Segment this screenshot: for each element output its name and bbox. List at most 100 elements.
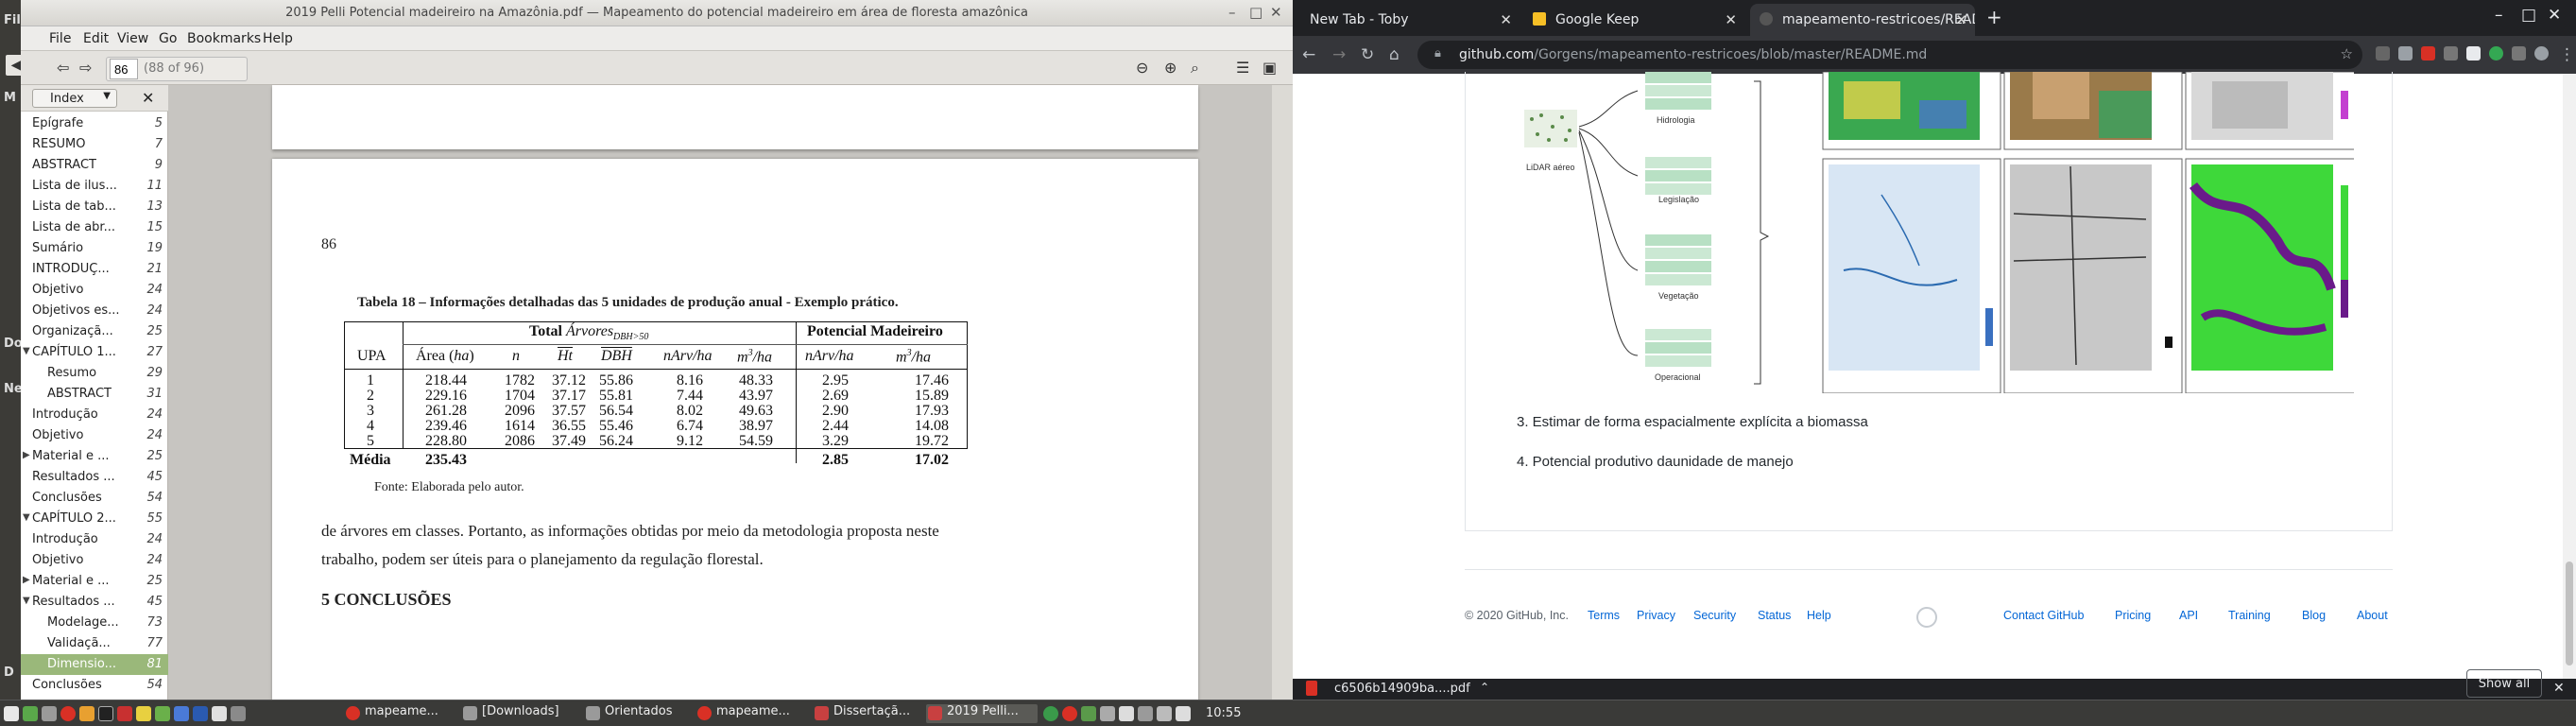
footer-link-blog[interactable]: Blog: [2302, 609, 2326, 622]
zoom-out-icon[interactable]: ⊖: [1136, 59, 1148, 78]
reload-icon[interactable]: ↻: [1361, 45, 1374, 64]
page-scrollbar[interactable]: [2563, 74, 2576, 683]
taskbar-item[interactable]: Orientados: [584, 704, 692, 723]
menu-go[interactable]: Go: [159, 31, 177, 46]
previous-page-icon[interactable]: ⇦: [57, 59, 69, 78]
menu-icon[interactable]: [4, 706, 19, 721]
fullscreen-icon[interactable]: ▣: [1262, 59, 1277, 78]
sidebar-item[interactable]: Validaçã... 77: [21, 633, 168, 654]
tray-icon[interactable]: [1081, 706, 1096, 721]
taskbar-item[interactable]: Dissertaçã...: [813, 704, 920, 723]
sidebar-item[interactable]: Lista de abr... 15: [21, 217, 168, 238]
sidebar-item[interactable]: Introdução 24: [21, 405, 168, 425]
sidebar-item[interactable]: Sumário 19: [21, 238, 168, 259]
menu-help[interactable]: Help: [263, 31, 293, 46]
collapsed-icon[interactable]: ▶: [23, 575, 30, 585]
scrollbar-thumb[interactable]: [2566, 562, 2573, 666]
sidebar-item[interactable]: Lista de ilus... 11: [21, 176, 168, 197]
footer-link-status[interactable]: Status: [1758, 609, 1791, 622]
expanded-icon[interactable]: ▼: [23, 596, 30, 606]
search-icon[interactable]: ⌕: [1191, 59, 1199, 78]
close-tab-icon[interactable]: ✕: [1955, 11, 1967, 28]
expanded-icon[interactable]: ▼: [23, 512, 30, 523]
tab-new-tab-toby[interactable]: New Tab - Toby ✕: [1298, 4, 1520, 36]
sidebar-item[interactable]: INTRODUÇ... 21: [21, 259, 168, 280]
sidebar-item[interactable]: Objetivo 24: [21, 550, 168, 571]
extension-icon[interactable]: [2466, 46, 2481, 60]
minimize-icon[interactable]: –: [1228, 4, 1236, 21]
sidebar-item[interactable]: ▼ CAPÍTULO 2... 55: [21, 509, 168, 529]
sidebar-item[interactable]: ▼ Resultados ... 45: [21, 592, 168, 613]
sidebar-item[interactable]: Objetivos es... 24: [21, 301, 168, 321]
sidebar-item[interactable]: Organizaçã... 25: [21, 321, 168, 342]
sidebar-item[interactable]: ABSTRACT 31: [21, 384, 168, 405]
footer-link-security[interactable]: Security: [1693, 609, 1736, 622]
menu-file[interactable]: File: [49, 31, 71, 46]
sidebar-item[interactable]: Objetivo 24: [21, 425, 168, 446]
collapsed-icon[interactable]: ▶: [23, 450, 30, 460]
footer-link-contact[interactable]: Contact GitHub: [2003, 609, 2084, 622]
app-icon[interactable]: [117, 706, 132, 721]
footer-link-training[interactable]: Training: [2228, 609, 2271, 622]
sidebar-item[interactable]: Conclusões 54: [21, 488, 168, 509]
expanded-icon[interactable]: ▼: [23, 346, 30, 356]
app-icon[interactable]: [231, 706, 246, 721]
tab-readme[interactable]: mapeamento-restricoes/README ✕: [1750, 4, 1975, 36]
extension-icon[interactable]: [2421, 46, 2435, 60]
taskbar-item[interactable]: [Downloads]: [461, 704, 580, 723]
new-tab-icon[interactable]: +: [1986, 6, 2002, 28]
close-icon[interactable]: ✕: [2548, 6, 2561, 25]
download-file-name[interactable]: c6506b14909ba....pdf: [1334, 682, 1470, 696]
app-icon[interactable]: [79, 706, 94, 721]
tray-icon[interactable]: [1062, 706, 1077, 721]
close-icon[interactable]: ✕: [1270, 4, 1282, 21]
sidebar-item[interactable]: Resumo 29: [21, 363, 168, 384]
window-titlebar[interactable]: 2019 Pelli Potencial madeireiro na Amazô…: [21, 0, 1293, 26]
terminal-icon[interactable]: [98, 706, 113, 721]
sidebar-item[interactable]: ▶ Material e ... 25: [21, 446, 168, 467]
sidebar-item[interactable]: Epígrafe 5: [21, 113, 168, 134]
sidebar-item[interactable]: RESUMO 7: [21, 134, 168, 155]
chevron-up-icon[interactable]: ⌃: [1480, 681, 1489, 694]
app-icon[interactable]: [155, 706, 170, 721]
sidebar-item[interactable]: Introdução 24: [21, 529, 168, 550]
footer-link-pricing[interactable]: Pricing: [2115, 609, 2151, 622]
show-all-button[interactable]: Show all: [2466, 669, 2542, 698]
tray-icon[interactable]: [1043, 706, 1058, 721]
app-icon[interactable]: [193, 706, 208, 721]
minimize-icon[interactable]: –: [2495, 6, 2503, 25]
maximize-icon[interactable]: □: [2521, 6, 2536, 25]
bookmark-star-icon[interactable]: ☆: [2341, 45, 2353, 62]
tray-icon[interactable]: [1138, 706, 1153, 721]
taskbar-item-active[interactable]: 2019 Pelli...: [926, 704, 1038, 723]
close-sidebar-icon[interactable]: ✕: [142, 89, 154, 107]
sidebar-mode-select[interactable]: Index ▼: [32, 89, 117, 108]
back-icon[interactable]: ←: [1302, 45, 1315, 64]
close-tab-icon[interactable]: ✕: [1500, 11, 1512, 28]
extension-icon[interactable]: [2489, 46, 2503, 60]
sidebar-item[interactable]: ABSTRACT 9: [21, 155, 168, 176]
menu-edit[interactable]: Edit: [83, 31, 109, 46]
extension-icon[interactable]: [2512, 46, 2526, 60]
taskbar-item[interactable]: mapeame...: [696, 704, 803, 723]
forward-icon[interactable]: →: [1332, 45, 1346, 64]
menu-view[interactable]: View: [117, 31, 148, 46]
footer-link-privacy[interactable]: Privacy: [1637, 609, 1675, 622]
sidebar-item[interactable]: Lista de tab... 13: [21, 197, 168, 217]
sidebar-item[interactable]: Modelage... 73: [21, 613, 168, 633]
menu-bookmarks[interactable]: Bookmarks: [187, 31, 261, 46]
sidebar-item[interactable]: ▼ CAPÍTULO 1... 27: [21, 342, 168, 363]
footer-link-about[interactable]: About: [2357, 609, 2388, 622]
menu-icon[interactable]: ☰: [1236, 59, 1249, 78]
address-bar[interactable]: 🔒︎ github.com/Gorgens/mapeamento-restric…: [1417, 41, 2362, 69]
files-icon[interactable]: [42, 706, 57, 721]
extension-icon[interactable]: [2398, 46, 2413, 60]
network-icon[interactable]: [1157, 706, 1172, 721]
close-tab-icon[interactable]: ✕: [1725, 11, 1737, 28]
sidebar-item[interactable]: Dimensio... 81: [21, 654, 168, 675]
document-view[interactable]: 86 Tabela 18 – Informações detalhadas da…: [168, 85, 1434, 707]
page-number-input[interactable]: [110, 59, 138, 79]
footer-link-help[interactable]: Help: [1807, 609, 1831, 622]
app-icon[interactable]: [212, 706, 227, 721]
extension-icon[interactable]: [2376, 46, 2390, 60]
